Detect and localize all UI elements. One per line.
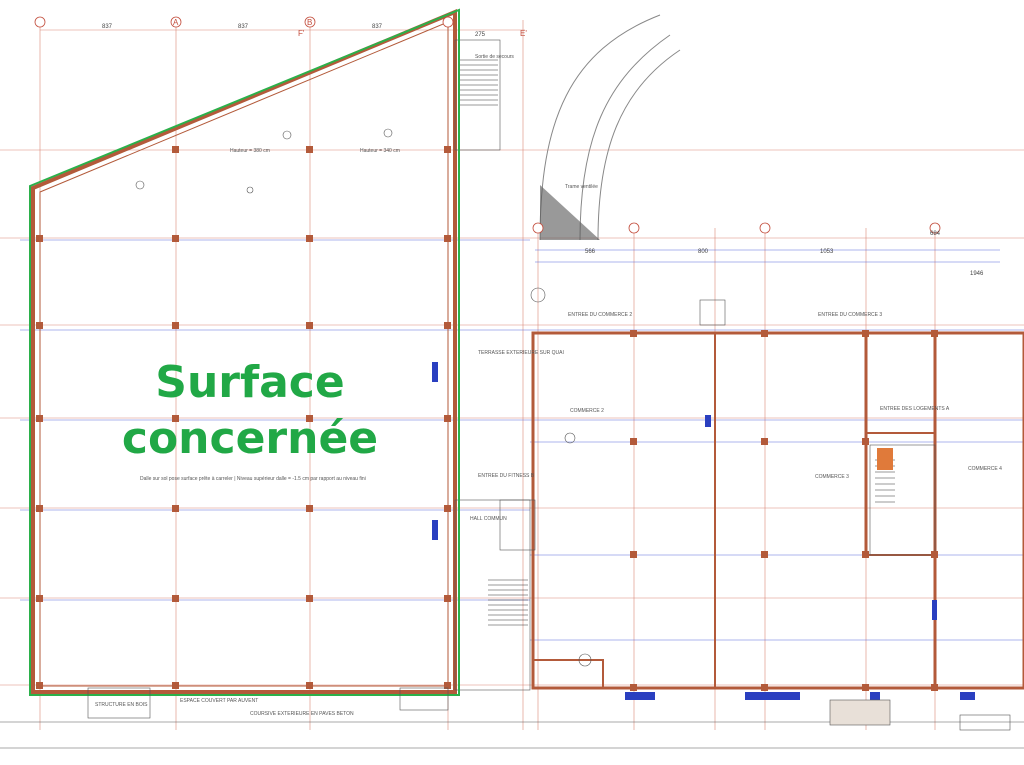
label-coursive: COURSIVE EXTERIEURE EN PAVES BETON xyxy=(250,711,354,717)
service-core xyxy=(454,39,936,691)
right-building-walls xyxy=(531,331,1024,690)
label-commerce-3: COMMERCE 3 xyxy=(815,474,849,480)
dim-1946: 1946 xyxy=(970,271,984,277)
label-entree-commerce-3: ENTREE DU COMMERCE 3 xyxy=(818,312,882,318)
dim-684: 684 xyxy=(930,231,941,237)
label-commerce-4: COMMERCE 4 xyxy=(968,466,1002,472)
dim-837-b: 837 xyxy=(238,24,249,30)
overlay-line-2: concernée xyxy=(121,413,379,464)
dim-837-a: 837 xyxy=(102,24,113,30)
axis-label-f: F' xyxy=(298,29,305,38)
stair-treads xyxy=(458,59,895,626)
hatched-area xyxy=(540,185,600,240)
label-commerce-2: COMMERCE 2 xyxy=(570,408,604,414)
dim-275: 275 xyxy=(475,32,486,38)
axis-label-a: A xyxy=(173,18,179,27)
dim-566: 566 xyxy=(585,249,596,255)
orange-lift xyxy=(877,448,893,470)
label-espace-couvert: ESPACE COUVERT PAR AUVENT xyxy=(180,698,258,704)
overlay-line-1: Surface xyxy=(155,357,345,408)
label-entree-commerce-2: ENTREE DU COMMERCE 2 xyxy=(568,312,632,318)
concerned-surface-boundary xyxy=(29,8,460,696)
label-structure-bois: STRUCTURE EN BOIS xyxy=(95,702,148,708)
dim-837-c: 837 xyxy=(372,24,383,30)
dim-1053: 1053 xyxy=(820,249,834,255)
label-entree-fitness: ENTREE DU FITNESS B xyxy=(478,473,535,479)
label-entree-logements: ENTREE DES LOGEMENTS A xyxy=(880,406,950,412)
label-hall-commun: HALL COMMUN xyxy=(470,516,507,522)
label-terrasse: TERRASSE EXTERIEURE SUR QUAI xyxy=(478,350,564,356)
note-dalle: Dalle sur sol pose surface prête à carre… xyxy=(140,476,366,482)
left-building-walls xyxy=(31,8,457,694)
dim-800: 800 xyxy=(698,249,709,255)
concerned-surface-label: Surface concernée xyxy=(90,355,410,467)
axis-bubbles xyxy=(34,16,941,234)
axis-label-e: E' xyxy=(520,29,527,38)
note-plafond: Hauteur = 340 cm xyxy=(360,148,400,154)
blue-elements xyxy=(432,362,975,700)
note-hauteur: Hauteur = 380 cm xyxy=(230,148,270,154)
axis-label-b: B xyxy=(307,18,312,27)
label-sortie-secours: Sortie de secours xyxy=(475,54,514,60)
label-trame: Trame ventilée xyxy=(565,184,598,190)
